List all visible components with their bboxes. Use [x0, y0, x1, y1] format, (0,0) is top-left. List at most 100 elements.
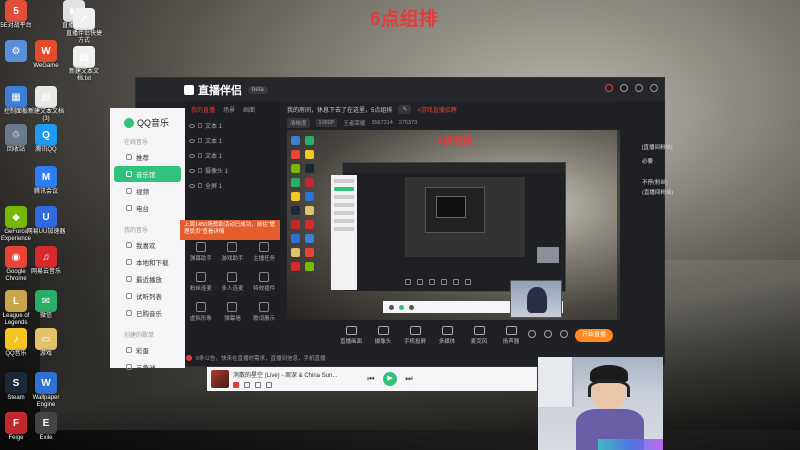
tool-button[interactable]: 虚拟形象: [185, 302, 217, 322]
prev-icon[interactable]: ⏮: [367, 375, 375, 383]
source-button[interactable]: 麦克风: [468, 326, 490, 345]
source-button[interactable]: 直播画面: [340, 326, 362, 345]
tool-button[interactable]: 特效插件: [248, 272, 280, 292]
eye-icon[interactable]: [189, 168, 195, 173]
room-title[interactable]: 我的房间，休息下去了在这里，5点组排: [287, 105, 392, 114]
wegame-icon[interactable]: W WeGame: [26, 40, 66, 70]
folder-icon[interactable]: ▭ 游戏: [26, 328, 66, 358]
qq-menu-item[interactable]: 我喜欢: [114, 237, 181, 253]
nested-toolbar: [405, 279, 471, 285]
edit-title-button[interactable]: ✎: [398, 104, 412, 114]
qq-menu-item[interactable]: 电台: [114, 200, 181, 216]
netease-uu-icon-glyph: U: [35, 206, 57, 228]
exile-icon[interactable]: E Exile: [26, 412, 66, 442]
settings-icon[interactable]: [620, 84, 628, 92]
lock-icon[interactable]: [198, 123, 202, 128]
qq-section-online: 在线音乐: [124, 140, 149, 146]
tool-label: 歌词展示: [253, 316, 276, 322]
eye-icon[interactable]: [189, 183, 195, 188]
scene-row[interactable]: 文本 1: [185, 118, 280, 133]
streamer-webcam: [538, 357, 663, 450]
preview-mini-icon: [291, 220, 300, 229]
like-icon[interactable]: [233, 382, 239, 388]
play-icon[interactable]: ▶: [383, 372, 397, 386]
preview-subtag[interactable]: 清晰度: [287, 118, 310, 128]
5e-icon[interactable]: 5 5E对战平台: [0, 0, 36, 30]
shortcut-icon[interactable]: ↗ 直播伴侣快捷方式: [64, 8, 104, 45]
qq-menu-item[interactable]: 本地和下载: [114, 254, 181, 270]
album-cover[interactable]: [211, 370, 229, 388]
qq-menu-item[interactable]: 最近播放: [114, 271, 181, 287]
tool-button[interactable]: 主播任务: [248, 242, 280, 262]
status-text: 5条公告，快来在直播时需求，直播间信息，手机直播: [196, 356, 326, 362]
tool-button[interactable]: 歌词展示: [248, 302, 280, 322]
newtext2-icon[interactable]: ▤ 新建文本文档.txt: [64, 46, 104, 83]
tab-canvas[interactable]: 画面: [243, 105, 255, 114]
qq-menu-label: 三角洲: [136, 365, 156, 372]
tab-scenes[interactable]: 场景: [223, 105, 235, 114]
close-icon[interactable]: [650, 84, 658, 92]
right-toolbar: [528, 330, 568, 338]
scene-row[interactable]: 文本 1: [185, 133, 280, 148]
tab-my-live[interactable]: 我的直播: [191, 105, 215, 114]
tool-button[interactable]: 多人连麦: [217, 272, 249, 292]
lock-icon[interactable]: [198, 183, 202, 188]
next-icon[interactable]: ⏭: [405, 375, 413, 383]
preview-mini-icon: [305, 178, 314, 187]
wechat-icon[interactable]: ✉ 微信: [26, 290, 66, 320]
camera-settings-icon[interactable]: [528, 330, 536, 338]
source-button[interactable]: 手机投屏: [404, 326, 426, 345]
wallpaper-icon[interactable]: W Wallpaper Engine: [26, 372, 66, 409]
netease-music-icon[interactable]: ♫ 网易云音乐: [26, 246, 66, 276]
tool-button[interactable]: 弹幕墙: [217, 302, 249, 322]
qq-menu-item[interactable]: 推荐: [114, 149, 181, 165]
qq-menu-item[interactable]: 彩蛋: [114, 342, 181, 358]
minimize-icon[interactable]: [635, 84, 643, 92]
qq-menu-item[interactable]: 视频: [114, 183, 181, 199]
tool-icon: [259, 272, 270, 282]
tencentqq-icon[interactable]: Q 腾讯QQ: [26, 124, 66, 154]
qq-menu-item[interactable]: 已购音乐: [114, 305, 181, 321]
track-title[interactable]: 消散的星空 (Live) - 周深 & China Sun...: [233, 370, 337, 379]
tool-button[interactable]: 粉丝连麦: [185, 272, 217, 292]
lock-icon[interactable]: [198, 138, 202, 143]
tencentqq-icon-glyph: Q: [35, 124, 57, 146]
download-icon[interactable]: [244, 382, 250, 388]
scene-label: 文本 1: [205, 124, 223, 130]
more-icon[interactable]: [266, 382, 272, 388]
lock-icon[interactable]: [198, 168, 202, 173]
notice-banner[interactable]: 上周1450场赞助活动已成功，前往“管理员页”查看详情: [180, 220, 280, 240]
eye-icon[interactable]: [189, 153, 195, 158]
netease-uu-icon[interactable]: U 网易UU加速器: [26, 206, 66, 236]
source-label: 手机投屏: [404, 339, 427, 345]
room-tag[interactable]: #游戏直播招聘: [417, 105, 456, 114]
eye-icon[interactable]: [189, 138, 195, 143]
preview-toggle-icon[interactable]: [544, 330, 552, 338]
start-live-button[interactable]: 开始直播: [575, 329, 613, 342]
gear-icon[interactable]: [560, 330, 568, 338]
source-button[interactable]: 摄像头: [372, 326, 394, 345]
comment-icon[interactable]: [255, 382, 261, 388]
preview-subtag[interactable]: 1080P: [315, 119, 338, 127]
scene-row[interactable]: 全屏 1: [185, 178, 280, 193]
qq-music-sidebar: QQ音乐 在线音乐 推荐 音乐馆 视频 电台 我的音乐 我喜欢 本地和下载 最近播放 试听列…: [110, 108, 185, 372]
notification-icon[interactable]: [605, 84, 613, 92]
lock-icon[interactable]: [198, 153, 202, 158]
source-button[interactable]: 扬声器: [500, 326, 522, 345]
source-button[interactable]: 多媒体: [436, 326, 458, 345]
scene-label: 文本 1: [205, 139, 223, 145]
scene-row[interactable]: 摄像头 1: [185, 163, 280, 178]
tool-button[interactable]: 弹幕助手: [185, 242, 217, 262]
tool-button[interactable]: 游戏助手: [217, 242, 249, 262]
scene-row[interactable]: 文本 1: [185, 148, 280, 163]
desktop-icon-label: 新建文本文档 (3): [27, 109, 64, 122]
meeting-icon[interactable]: M 腾讯会议: [26, 166, 66, 196]
qq-menu-item[interactable]: 三角洲: [114, 359, 181, 375]
feige-icon-glyph: F: [5, 412, 27, 434]
eye-icon[interactable]: [189, 123, 195, 128]
qq-menu-item[interactable]: 试听列表: [114, 288, 181, 304]
stream-preview[interactable]: 6点组排: [287, 130, 620, 320]
desktop-icon-label: 网易云音乐: [30, 269, 61, 275]
newtext-icon[interactable]: ▤ 新建文本文档 (3): [26, 86, 66, 123]
qq-menu-item[interactable]: 音乐馆: [114, 166, 181, 182]
